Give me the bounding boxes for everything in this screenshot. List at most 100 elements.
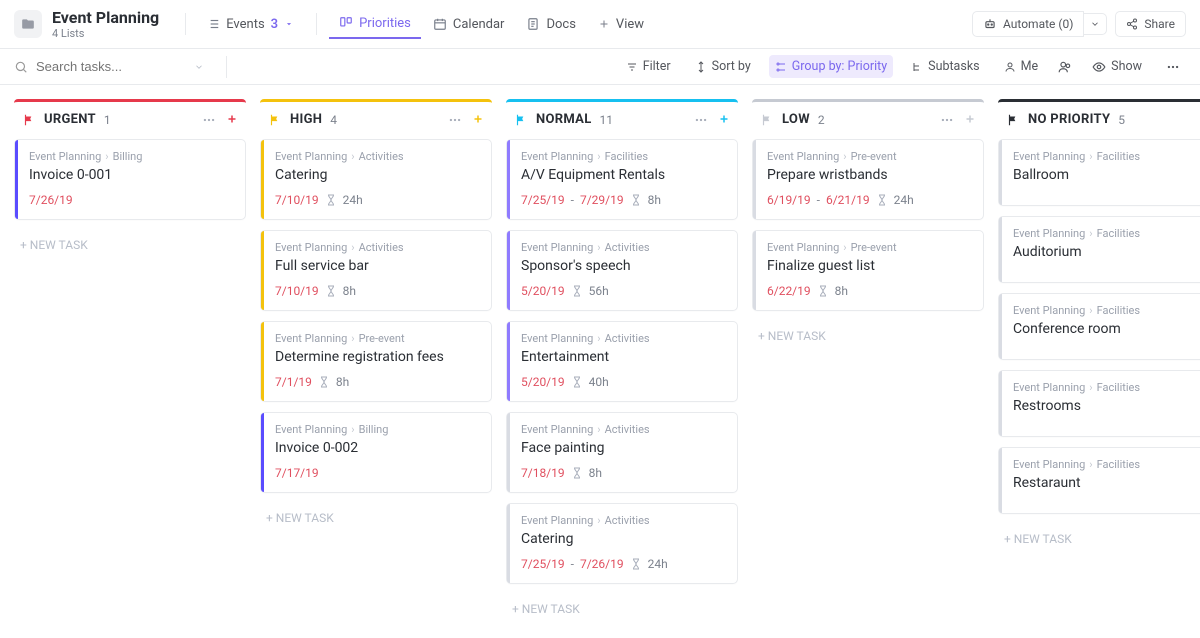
new-task-button[interactable]: + NEW TASK [752,321,984,351]
automate-label: Automate (0) [1003,17,1073,31]
card-date: 7/17/19 [275,466,319,480]
card-breadcrumb: Event Planning›Facilities [521,150,725,163]
task-card[interactable]: Event Planning›Facilities Conference roo… [998,293,1200,360]
column-more-button[interactable] [940,113,954,127]
column-more-button[interactable] [202,113,216,127]
column-count: 1 [104,113,111,127]
tab-label: View [616,17,644,32]
hourglass-icon [630,194,642,206]
separator [316,13,317,35]
subtasks-button[interactable]: Subtasks [905,55,985,78]
person-icon [1004,61,1016,73]
more-button[interactable] [1160,56,1186,78]
share-button[interactable]: Share [1115,11,1186,37]
task-card[interactable]: Event Planning›Activities Full service b… [260,230,492,311]
task-card[interactable]: Event Planning›Activities Catering 7/10/… [260,139,492,220]
subtasks-label: Subtasks [928,59,979,74]
automate-button[interactable]: Automate (0) [972,11,1084,37]
hourglass-icon [325,285,337,297]
column-header: URGENT 1 [14,99,246,139]
task-card[interactable]: Event Planning›Activities Entertainment … [506,321,738,402]
group-icon [775,61,787,73]
new-task-button[interactable]: + NEW TASK [260,503,492,533]
task-card[interactable]: Event Planning›Pre-event Finalize guest … [752,230,984,311]
kanban-board: URGENT 1 Event Planning›Billing Invoice … [0,85,1200,638]
card-title: Catering [521,531,725,547]
card-title: Ballroom [1013,167,1200,183]
card-hours: 24h [894,193,914,207]
column-add-button[interactable] [964,113,976,127]
task-card[interactable]: Event Planning›Pre-event Prepare wristba… [752,139,984,220]
card-date: 7/1/19 [275,375,312,389]
column-count: 2 [818,113,825,127]
column-normal: NORMAL 11 Event Planning›Facilities A/V … [506,99,738,624]
assignees-button[interactable] [1056,56,1074,78]
filter-button[interactable]: Filter [620,55,677,78]
tab-priorities[interactable]: Priorities [329,10,421,39]
card-hours: 8h [835,284,848,298]
card-title: Finalize guest list [767,258,971,274]
hourglass-icon [571,376,583,388]
flag-icon [22,113,36,127]
task-card[interactable]: Event Planning›Facilities Auditorium [998,216,1200,283]
column-add-button[interactable] [718,113,730,127]
task-card[interactable]: Event Planning›Facilities Restaraunt [998,447,1200,514]
card-title: Conference room [1013,321,1200,337]
card-hours: 24h [648,557,668,571]
column-title: URGENT [44,112,96,127]
card-title: Face painting [521,440,725,456]
card-title: Entertainment [521,349,725,365]
new-task-button[interactable]: + NEW TASK [506,594,738,624]
column-title: HIGH [290,112,322,127]
column-more-button[interactable] [694,113,708,127]
search-input[interactable] [36,59,156,74]
column-add-button[interactable] [472,113,484,127]
column-none: NO PRIORITY 5 Event Planning›Facilities … [998,99,1200,554]
card-title: Determine registration fees [275,349,479,365]
sort-button[interactable]: Sort by [689,55,757,78]
tab-label: Docs [546,17,575,32]
card-breadcrumb: Event Planning›Facilities [1013,458,1200,471]
hourglass-icon [630,558,642,570]
task-card[interactable]: Event Planning›Facilities Restrooms [998,370,1200,437]
card-breadcrumb: Event Planning›Facilities [1013,150,1200,163]
task-card[interactable]: Event Planning›Billing Invoice 0-002 7/1… [260,412,492,493]
card-date-end: 6/21/19 [826,193,870,207]
task-card[interactable]: Event Planning›Activities Sponsor's spee… [506,230,738,311]
task-card[interactable]: Event Planning›Pre-event Determine regis… [260,321,492,402]
show-button[interactable]: Show [1086,55,1148,78]
separator [185,13,186,35]
card-breadcrumb: Event Planning›Pre-event [767,150,971,163]
chevron-down-icon[interactable] [194,62,204,72]
task-card[interactable]: Event Planning›Activities Catering 7/25/… [506,503,738,584]
column-add-button[interactable] [226,113,238,127]
task-card[interactable]: Event Planning›Activities Face painting … [506,412,738,493]
task-card[interactable]: Event Planning›Facilities Ballroom [998,139,1200,206]
task-card[interactable]: Event Planning›Billing Invoice 0-001 7/2… [14,139,246,220]
column-more-button[interactable] [448,113,462,127]
filter-label: Filter [643,59,671,74]
automate-dropdown[interactable] [1084,13,1107,35]
column-header: NORMAL 11 [506,99,738,139]
search-icon [14,60,28,74]
calendar-icon [433,17,447,31]
me-label: Me [1021,59,1039,74]
new-task-button[interactable]: + NEW TASK [14,230,246,260]
group-button[interactable]: Group by: Priority [769,55,893,78]
card-date: 7/18/19 [521,466,565,480]
tab-events[interactable]: Events 3 [196,11,304,38]
card-breadcrumb: Event Planning›Activities [521,332,725,345]
card-breadcrumb: Event Planning›Pre-event [275,332,479,345]
tab-docs[interactable]: Docs [516,11,585,38]
card-hours: 8h [648,193,661,207]
column-header: HIGH 4 [260,99,492,139]
tab-add-view[interactable]: View [588,11,654,38]
task-card[interactable]: Event Planning›Facilities A/V Equipment … [506,139,738,220]
card-title: Catering [275,167,479,183]
tab-calendar[interactable]: Calendar [423,11,515,38]
card-breadcrumb: Event Planning›Billing [29,150,233,163]
new-task-button[interactable]: + NEW TASK [998,524,1200,554]
events-count: 3 [271,17,278,32]
card-hours: 56h [589,284,609,298]
me-button[interactable]: Me [998,55,1045,78]
